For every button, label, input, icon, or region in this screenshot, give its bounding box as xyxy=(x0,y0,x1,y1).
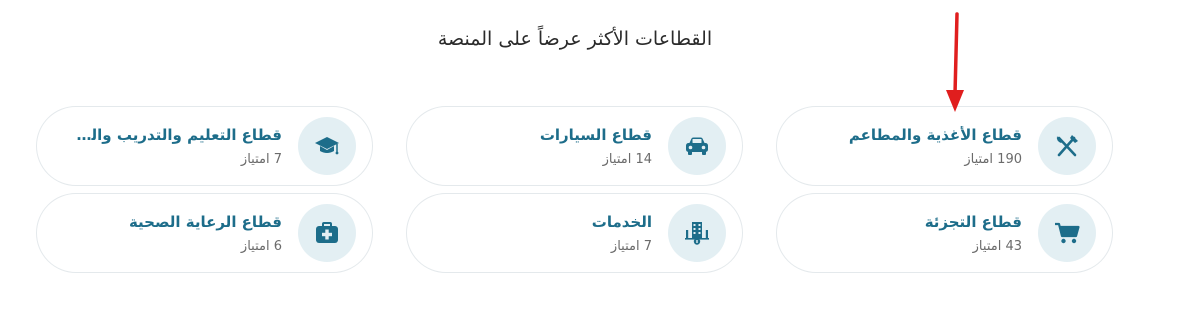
sector-count: 6 امتياز xyxy=(240,238,282,254)
sector-name: قطاع التجزئة xyxy=(924,212,1022,231)
sector-card-food[interactable]: قطاع الأغذية والمطاعم 190 امتياز xyxy=(776,106,1113,186)
sector-name: قطاع الأغذية والمطاعم xyxy=(848,125,1022,144)
fork-knife-icon xyxy=(1038,117,1096,175)
building-icon xyxy=(668,204,726,262)
sector-count: 14 امتياز xyxy=(602,151,652,167)
sector-count: 7 امتياز xyxy=(240,151,282,167)
sector-card-education[interactable]: قطاع التعليم والتدريب والتو... 7 امتياز xyxy=(36,106,373,186)
sector-card-text: قطاع السيارات 14 امتياز xyxy=(540,126,652,167)
cart-icon xyxy=(1038,204,1096,262)
sector-card-text: قطاع الأغذية والمطاعم 190 امتياز xyxy=(849,126,1022,167)
red-arrow-annotation xyxy=(946,12,964,112)
sectors-grid: قطاع الأغذية والمطاعم 190 امتياز قطاع ال… xyxy=(35,106,1113,273)
medical-kit-icon xyxy=(298,204,356,262)
section-title: القطاعات الأكثر عرضاً على المنصة xyxy=(437,28,713,50)
sector-count: 190 امتياز xyxy=(964,151,1022,167)
sector-card-text: قطاع التعليم والتدريب والتو... 7 امتياز xyxy=(72,126,282,167)
page: القطاعات الأكثر عرضاً على المنصة قطاع ال… xyxy=(0,0,1182,333)
sector-card-text: قطاع التجزئة 43 امتياز xyxy=(925,213,1022,254)
sector-card-retail[interactable]: قطاع التجزئة 43 امتياز xyxy=(776,193,1113,273)
sector-name: الخدمات xyxy=(591,212,652,231)
graduation-cap-icon xyxy=(298,117,356,175)
sector-name: قطاع الرعاية الصحية xyxy=(128,212,282,231)
sector-card-services[interactable]: الخدمات 7 امتياز xyxy=(406,193,743,273)
sector-name: قطاع السيارات xyxy=(539,125,652,144)
car-icon xyxy=(668,117,726,175)
sector-card-text: قطاع الرعاية الصحية 6 امتياز xyxy=(129,213,282,254)
sector-name: قطاع التعليم والتدريب والتو... xyxy=(72,125,282,144)
sector-count: 7 امتياز xyxy=(610,238,652,254)
sector-card-text: الخدمات 7 امتياز xyxy=(592,213,652,254)
sector-card-cars[interactable]: قطاع السيارات 14 امتياز xyxy=(406,106,743,186)
sector-count: 43 امتياز xyxy=(972,238,1022,254)
sector-card-healthcare[interactable]: قطاع الرعاية الصحية 6 امتياز xyxy=(36,193,373,273)
